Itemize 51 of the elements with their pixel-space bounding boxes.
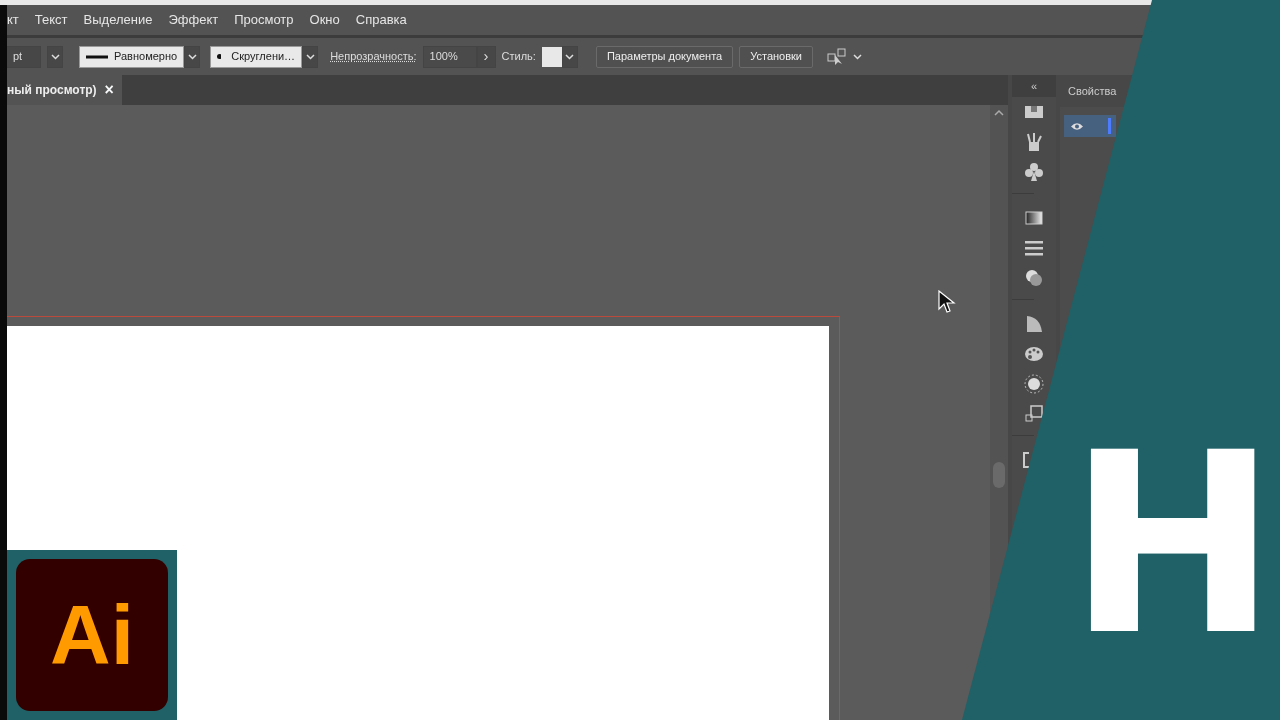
menu-item[interactable]: Окно bbox=[309, 10, 340, 30]
caret-icon bbox=[50, 53, 60, 60]
stroke-profile-dropdown[interactable]: Равномерно bbox=[79, 45, 185, 68]
caret-icon bbox=[305, 53, 315, 60]
opacity-arrow-button[interactable]: › bbox=[476, 45, 496, 68]
stroke-lines-icon[interactable] bbox=[1024, 238, 1044, 258]
style-label: Стиль: bbox=[501, 49, 536, 65]
menu-item[interactable]: Текст bbox=[34, 10, 68, 30]
stroke-line-icon bbox=[86, 54, 108, 59]
layer-row[interactable] bbox=[1064, 115, 1116, 137]
transparency-icon[interactable] bbox=[1024, 268, 1044, 288]
menu-item[interactable]: Просмотр bbox=[234, 10, 294, 30]
dropdown-button[interactable] bbox=[47, 45, 63, 68]
document-setup-button[interactable]: Параметры документа bbox=[595, 45, 734, 68]
brush-label: Скруглени… bbox=[231, 49, 296, 65]
close-button[interactable]: × bbox=[104, 78, 114, 102]
gradient-icon[interactable] bbox=[1024, 208, 1044, 228]
caret-icon bbox=[187, 53, 197, 60]
panel-tab[interactable]: Свойства bbox=[1068, 82, 1117, 100]
app-logo: Ai bbox=[7, 550, 177, 720]
gradient-shape-icon[interactable] bbox=[1024, 314, 1044, 334]
artboards-icon[interactable] bbox=[1024, 404, 1044, 424]
collapse-button[interactable]: « bbox=[1012, 75, 1056, 97]
eye-icon[interactable] bbox=[1070, 121, 1086, 131]
brand-logo: H bbox=[1068, 420, 1278, 670]
tab-title: ный просмотр) bbox=[7, 82, 97, 99]
dropdown-button[interactable] bbox=[184, 45, 201, 68]
menu-item[interactable]: кт bbox=[7, 10, 19, 30]
caret-icon bbox=[565, 53, 575, 60]
palette-icon[interactable] bbox=[1024, 344, 1044, 364]
stroke-weight-field[interactable]: pt bbox=[7, 45, 41, 68]
dropdown-button[interactable] bbox=[302, 45, 319, 68]
profile-label: Равномерно bbox=[114, 49, 178, 65]
menu-item[interactable]: Эффект bbox=[168, 10, 219, 30]
opacity-label: Непрозрачность: bbox=[330, 49, 417, 65]
preferences-button[interactable]: Установки bbox=[739, 45, 813, 68]
club-icon[interactable] bbox=[1024, 162, 1044, 182]
menu-item[interactable]: Справка bbox=[355, 10, 407, 30]
symbol-icon[interactable] bbox=[1024, 374, 1044, 394]
menu-item[interactable]: Выделение bbox=[83, 10, 153, 30]
opacity-field[interactable]: 100% bbox=[422, 45, 477, 68]
caret-icon[interactable] bbox=[853, 53, 862, 60]
document-tab[interactable]: ный просмотр) × bbox=[7, 75, 122, 105]
layer-color-bar bbox=[1108, 118, 1111, 134]
scroll-up-icon[interactable] bbox=[994, 109, 1004, 117]
style-swatch[interactable] bbox=[541, 46, 562, 67]
brush-dropdown[interactable]: Скруглени… bbox=[210, 45, 303, 68]
frame-icon[interactable] bbox=[1020, 450, 1029, 470]
brushes-icon[interactable] bbox=[1024, 132, 1044, 152]
arrange-icon[interactable] bbox=[827, 47, 847, 66]
cursor-icon bbox=[938, 290, 956, 314]
